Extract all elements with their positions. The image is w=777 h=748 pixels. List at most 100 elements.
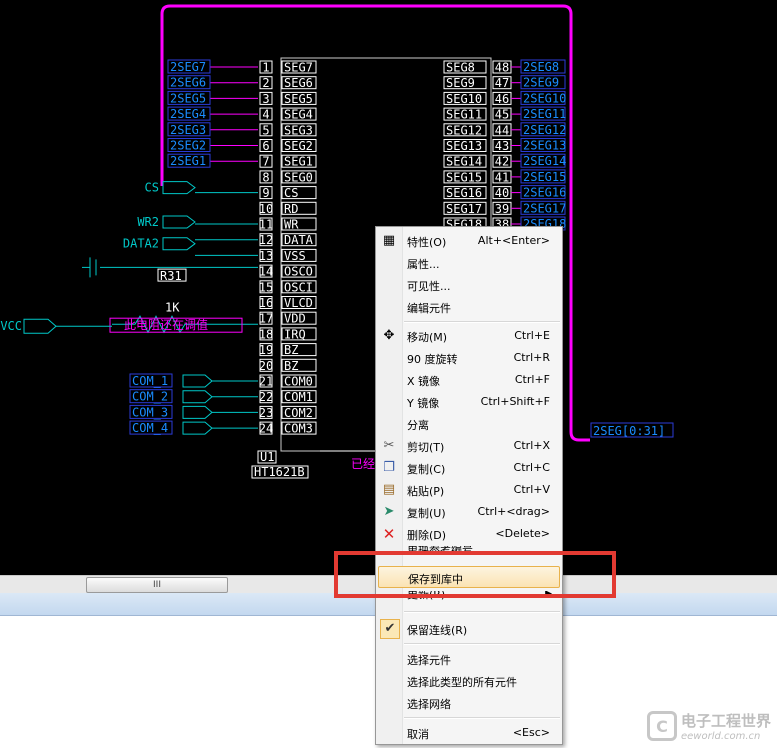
menu-item-shortcut: Ctrl+Shift+F: [480, 395, 550, 408]
pin-number: 42: [495, 155, 509, 169]
pin-name: SEG9: [446, 76, 475, 90]
copy-icon: ❐: [383, 460, 395, 475]
pin-number: 2: [262, 76, 269, 90]
watermark-logo: C: [646, 711, 677, 741]
pin-number: 43: [495, 139, 509, 153]
part-name: HT1621B: [254, 465, 305, 479]
menu-item-move[interactable]: ✥ 移动(M) Ctrl+E: [378, 325, 560, 347]
menu-item-properties[interactable]: ▦ 特性(O) Alt+<Enter>: [378, 230, 560, 252]
menu-item-label: 特性(O): [407, 236, 447, 249]
pin-name: SEG16: [446, 186, 482, 200]
data-label: DATA2: [123, 237, 159, 251]
menu-item-attributes[interactable]: 属性...: [378, 252, 560, 274]
pin-name: DATA: [284, 233, 314, 247]
menu-item-label: 90 度旋转: [407, 353, 458, 366]
net-label: 2SEG12: [523, 123, 566, 137]
menu-item-label: 选择元件: [407, 654, 451, 667]
com-label: COM_3: [132, 405, 168, 419]
pin-name: SEG12: [446, 123, 482, 137]
designator: U1: [260, 450, 274, 464]
pin-number: 4: [262, 108, 269, 122]
pin-name: SEG5: [284, 92, 313, 106]
watermark-en: eeworld.com.cn: [680, 731, 761, 742]
pin-name: VSS: [284, 249, 306, 263]
com-port: [182, 390, 213, 404]
pin-number: 8: [262, 170, 269, 184]
menu-item-select-part[interactable]: 选择元件: [378, 648, 560, 670]
menu-item-keep-wires[interactable]: ✔ 保留连线(R): [378, 618, 560, 640]
pin-name: CS: [284, 186, 298, 200]
com-label: COM_2: [132, 390, 168, 404]
menu-item-delete[interactable]: ✕ 删除(D) <Delete>: [378, 523, 560, 545]
net-label: 2SEG1: [170, 154, 206, 168]
pin-name: COM1: [284, 390, 313, 404]
menu-item-label: 复制(C): [407, 463, 446, 476]
menu-item-select-net[interactable]: 选择网络: [378, 692, 560, 714]
menu-item-label: 复制(U): [407, 507, 446, 520]
menu-item-label: 选择此类型的所有元件: [407, 676, 517, 689]
menu-item-cut[interactable]: ✂ 剪切(T) Ctrl+X: [378, 435, 560, 457]
menu-item-rotate[interactable]: 90 度旋转 Ctrl+R: [378, 347, 560, 369]
menu-item-copy[interactable]: ❐ 复制(C) Ctrl+C: [378, 457, 560, 479]
menu-separator: [404, 717, 560, 719]
cs-label: CS: [145, 181, 159, 195]
pin-number: 22: [259, 390, 273, 404]
menu-item-edit-part[interactable]: 编辑元件: [378, 296, 560, 318]
pin-number: 13: [259, 249, 273, 263]
menu-item-label: 分离: [407, 419, 429, 432]
pin-name: SEG10: [446, 92, 482, 106]
watermark-cn: 电子工程世界: [680, 712, 771, 730]
resistor-note: 此电阻还在调值: [124, 317, 208, 332]
pin-name: SEG14: [446, 155, 482, 169]
menu-item-shortcut: Ctrl+X: [513, 439, 550, 452]
com-port: [182, 405, 213, 419]
pin-number: 40: [495, 186, 509, 200]
pin-name: SEG6: [284, 76, 313, 90]
paste-icon: ▤: [382, 482, 396, 497]
menu-item-duplicate[interactable]: ➤ 复制(U) Ctrl+<drag>: [378, 501, 560, 523]
com-label: COM_1: [132, 374, 168, 388]
menu-item-label: 剪切(T): [407, 441, 445, 454]
pin-number: 46: [495, 92, 509, 106]
menu-item-separate[interactable]: 分离: [378, 413, 560, 435]
net-label: 2SEG13: [523, 139, 566, 153]
menu-item-shortcut: Alt+<Enter>: [477, 234, 550, 247]
menu-item-select-same-type[interactable]: 选择此类型的所有元件: [378, 670, 560, 692]
highlight-frame: [334, 551, 616, 598]
menu-item-visibility[interactable]: 可见性...: [378, 274, 560, 296]
net-label: 2SEG8: [523, 60, 559, 74]
menu-item-label: 编辑元件: [407, 302, 451, 315]
menu-item-label: 可见性...: [407, 280, 451, 293]
pin-name: SEG7: [284, 61, 313, 75]
menu-item-shortcut: Ctrl+V: [513, 483, 550, 496]
menu-item-cancel[interactable]: 取消 <Esc>: [378, 722, 560, 744]
menu-item-mirror-y[interactable]: Y 镜像 Ctrl+Shift+F: [378, 391, 560, 413]
pin-name: SEG11: [446, 108, 482, 122]
context-menu: ▦ 特性(O) Alt+<Enter> 属性... 可见性... 编辑元件 ✥ …: [375, 226, 563, 745]
pin-number: 47: [495, 76, 509, 90]
menu-item-mirror-x[interactable]: X 镜像 Ctrl+F: [378, 369, 560, 391]
scrollbar-thumb[interactable]: III: [86, 577, 228, 593]
net-label: 2SEG16: [523, 186, 566, 200]
menu-item-label: 删除(D): [407, 529, 447, 542]
pin-number: 20: [259, 359, 273, 373]
pin-name: IRQ: [284, 327, 306, 341]
pin-name: SEG15: [446, 170, 482, 184]
menu-item-paste[interactable]: ▤ 粘贴(P) Ctrl+V: [378, 479, 560, 501]
pin-name: SEG0: [284, 170, 313, 184]
menu-item-shortcut: Ctrl+<drag>: [477, 505, 550, 518]
pin-name: SEG13: [446, 139, 482, 153]
pin-name: WR: [284, 218, 299, 232]
delete-icon: ✕: [382, 525, 396, 543]
note-partial: 已经: [351, 457, 375, 471]
menu-item-label: 属性...: [407, 258, 440, 271]
menu-item-shortcut: Ctrl+C: [513, 461, 550, 474]
menu-item-label: 粘贴(P): [407, 485, 445, 498]
pin-number: 9: [262, 186, 269, 200]
pin-number: 39: [495, 202, 509, 216]
pin-number: 5: [262, 123, 269, 137]
pin-name: COM2: [284, 406, 313, 420]
menu-item-shortcut: Ctrl+F: [514, 373, 550, 386]
net-label: 2SEG3: [170, 123, 206, 137]
pin-name: SEG17: [446, 202, 482, 216]
